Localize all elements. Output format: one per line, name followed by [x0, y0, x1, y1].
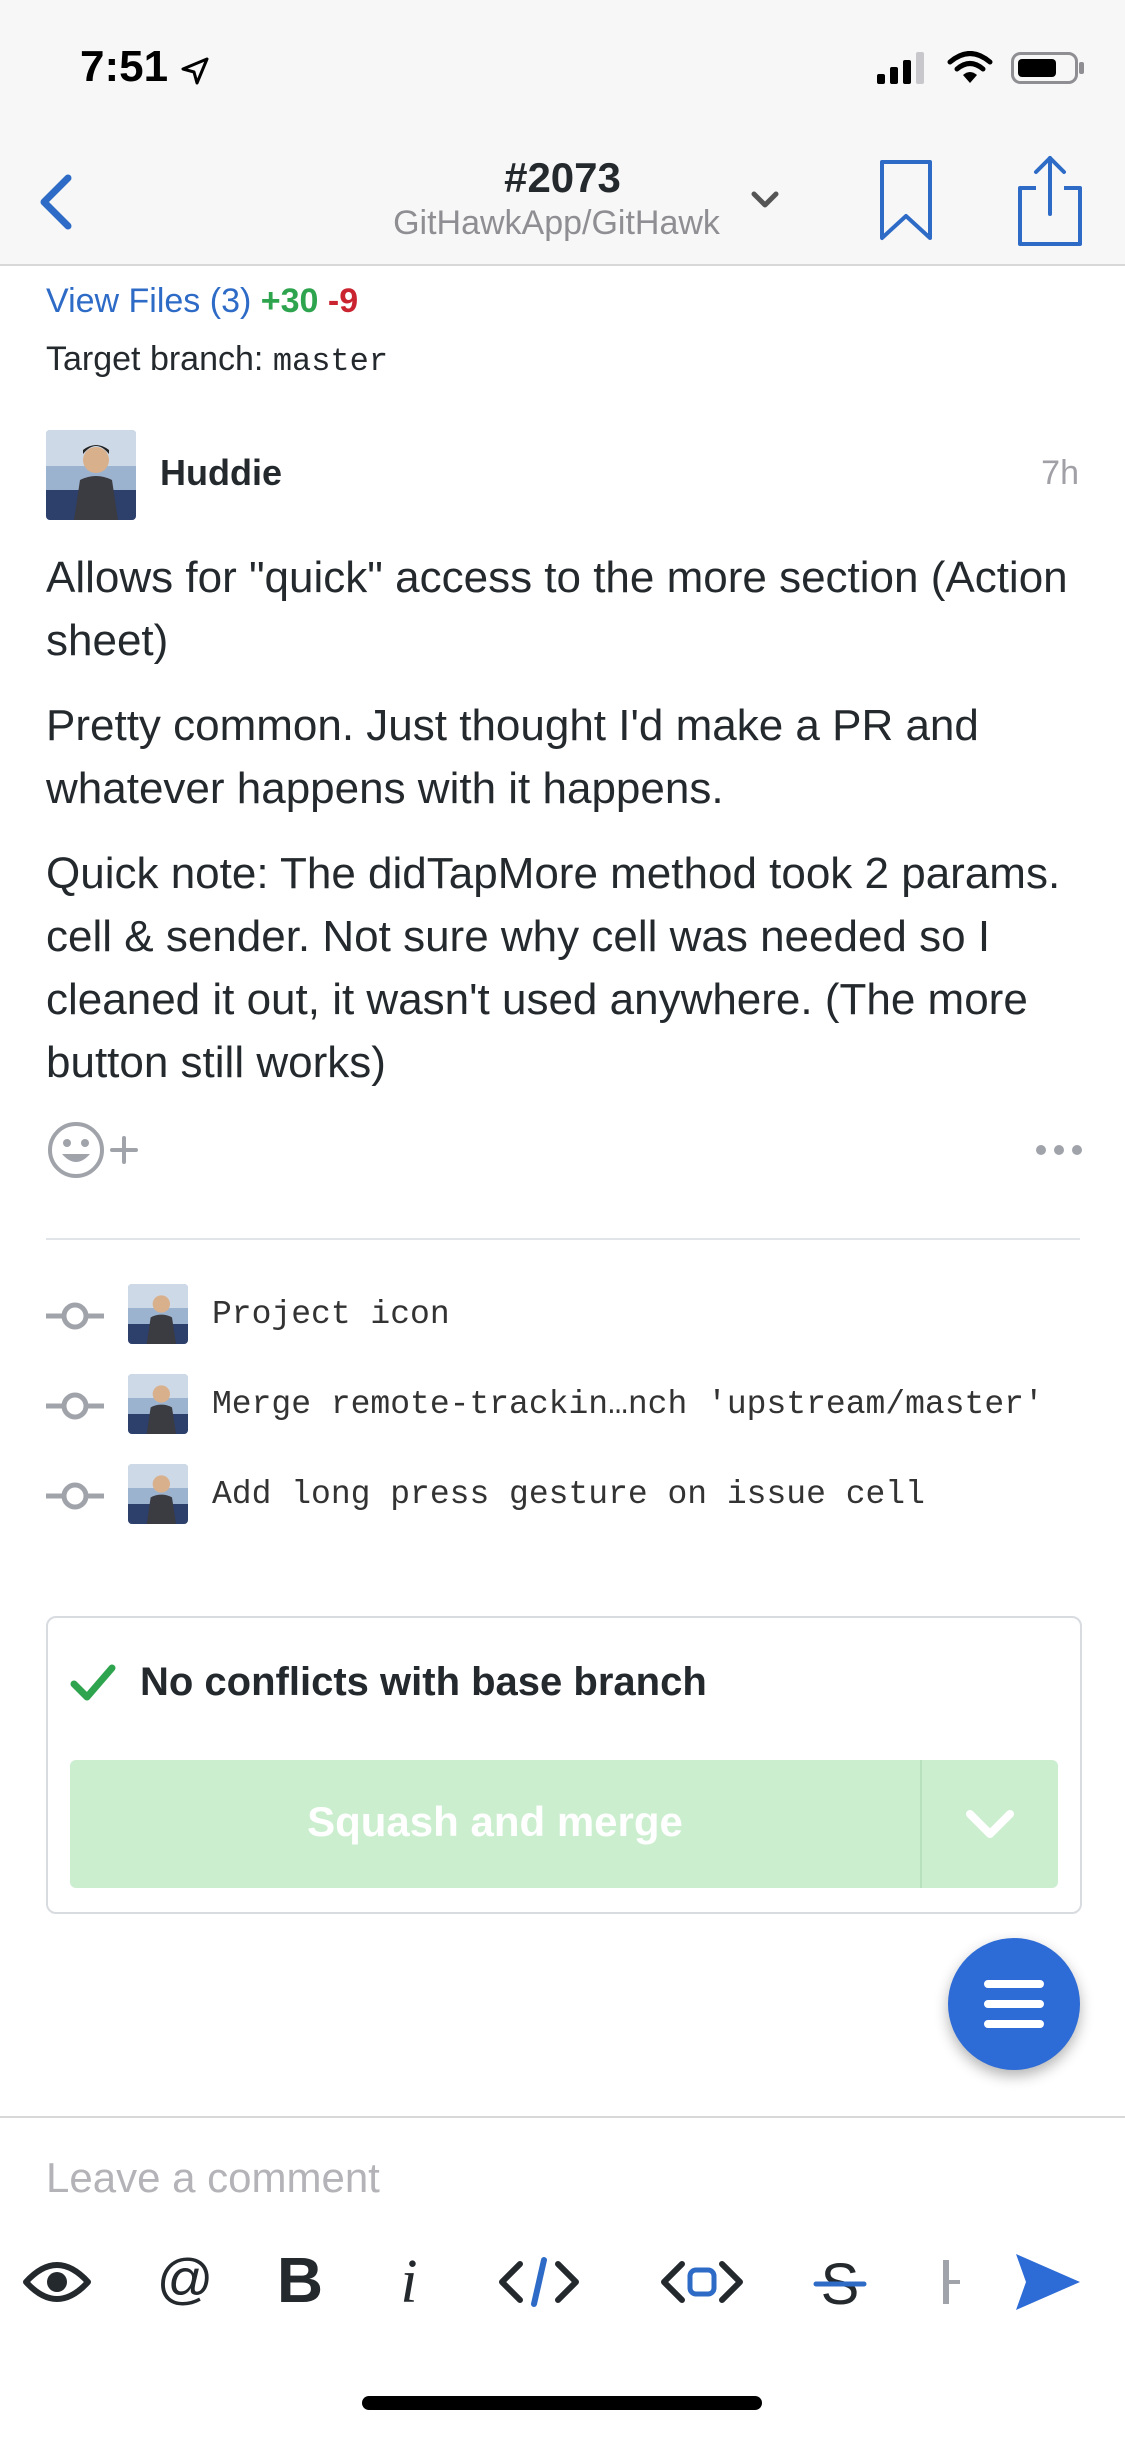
comment-age: 7h: [1041, 454, 1079, 492]
commit-avatar: [128, 1374, 188, 1434]
comment-composer: @ B i S: [0, 2116, 1125, 2438]
files-summary: View Files (3) +30 -9: [46, 282, 358, 321]
comment-input[interactable]: [46, 2148, 1076, 2208]
svg-text:i: i: [400, 2248, 417, 2316]
commit-message: Add long press gesture on issue cell: [212, 1476, 925, 1513]
view-files-link[interactable]: View Files (3): [46, 282, 251, 320]
svg-text:@: @: [157, 2247, 214, 2310]
commit-avatar: [128, 1464, 188, 1524]
squash-and-merge-button[interactable]: Squash and merge: [70, 1798, 920, 1846]
comment-paragraph: Pretty common. Just thought I'd make a P…: [46, 701, 979, 813]
send-icon[interactable]: [1012, 2242, 1084, 2322]
inline-code-icon[interactable]: [494, 2242, 584, 2322]
italic-icon[interactable]: i: [384, 2242, 434, 2322]
merge-panel: No conflicts with base branch Squash and…: [46, 1616, 1082, 1914]
comment-paragraph: Allows for "quick" access to the more se…: [46, 553, 1068, 665]
heading-icon[interactable]: [940, 2242, 964, 2322]
code-block-icon[interactable]: [656, 2242, 748, 2322]
deletions-count: -9: [327, 282, 359, 320]
checkmark-icon: [70, 1664, 116, 1701]
target-branch: Target branch: master: [46, 340, 388, 380]
location-arrow-icon: [181, 57, 209, 85]
bookmark-icon[interactable]: [876, 158, 936, 244]
page-title[interactable]: #2073: [0, 154, 1125, 202]
avatar-image: [46, 430, 136, 520]
strikethrough-icon[interactable]: S: [812, 2242, 868, 2322]
mention-at-icon[interactable]: @: [152, 2242, 218, 2322]
merge-method-dropdown[interactable]: [922, 1760, 1058, 1888]
repo-subtitle[interactable]: GitHawkApp/GitHawk: [0, 204, 1113, 243]
additions-count: +30: [260, 282, 319, 320]
signal-icon: [877, 52, 924, 84]
target-branch-label: Target branch:: [46, 340, 264, 378]
status-bar: 7:51: [0, 0, 1125, 140]
preview-eye-icon[interactable]: [22, 2242, 92, 2322]
bold-icon[interactable]: B: [270, 2242, 330, 2322]
merge-button-group: Squash and merge: [70, 1760, 1058, 1888]
wifi-icon: [947, 51, 993, 83]
battery-icon: [1011, 52, 1084, 84]
commit-message: Merge remote-trackin…nch 'upstream/maste…: [212, 1386, 1044, 1423]
divider: [46, 1238, 1080, 1240]
more-options-icon[interactable]: [1033, 1142, 1085, 1158]
status-time: 7:51: [80, 42, 169, 91]
hamburger-menu-icon: [984, 1980, 1044, 2028]
commit-node-icon: [46, 1392, 104, 1420]
commit-row[interactable]: Project icon: [46, 1284, 1106, 1348]
actions-fab[interactable]: [948, 1938, 1080, 2070]
target-branch-name: master: [272, 343, 389, 380]
commit-node-icon: [46, 1302, 104, 1330]
status-indicators: [877, 50, 1085, 86]
commit-row[interactable]: Add long press gesture on issue cell: [46, 1464, 1106, 1528]
commit-node-icon: [46, 1482, 104, 1510]
comment-paragraph: Quick note: The didTapMore method took 2…: [46, 849, 1061, 1087]
commit-message: Project icon: [212, 1296, 450, 1333]
home-indicator: [362, 2396, 762, 2410]
add-reaction-icon[interactable]: [46, 1120, 142, 1180]
merge-status: No conflicts with base branch: [140, 1660, 707, 1704]
avatar[interactable]: [46, 430, 136, 520]
chevron-down-icon: [966, 1810, 1014, 1838]
svg-text:B: B: [277, 2244, 323, 2316]
commit-avatar: [128, 1284, 188, 1344]
comment-author[interactable]: Huddie: [160, 452, 282, 494]
share-icon[interactable]: [1010, 152, 1090, 248]
commit-row[interactable]: Merge remote-trackin…nch 'upstream/maste…: [46, 1374, 1106, 1438]
chevron-down-icon[interactable]: [748, 182, 782, 216]
navigation-bar: #2073 GitHawkApp/GitHawk: [0, 140, 1125, 266]
